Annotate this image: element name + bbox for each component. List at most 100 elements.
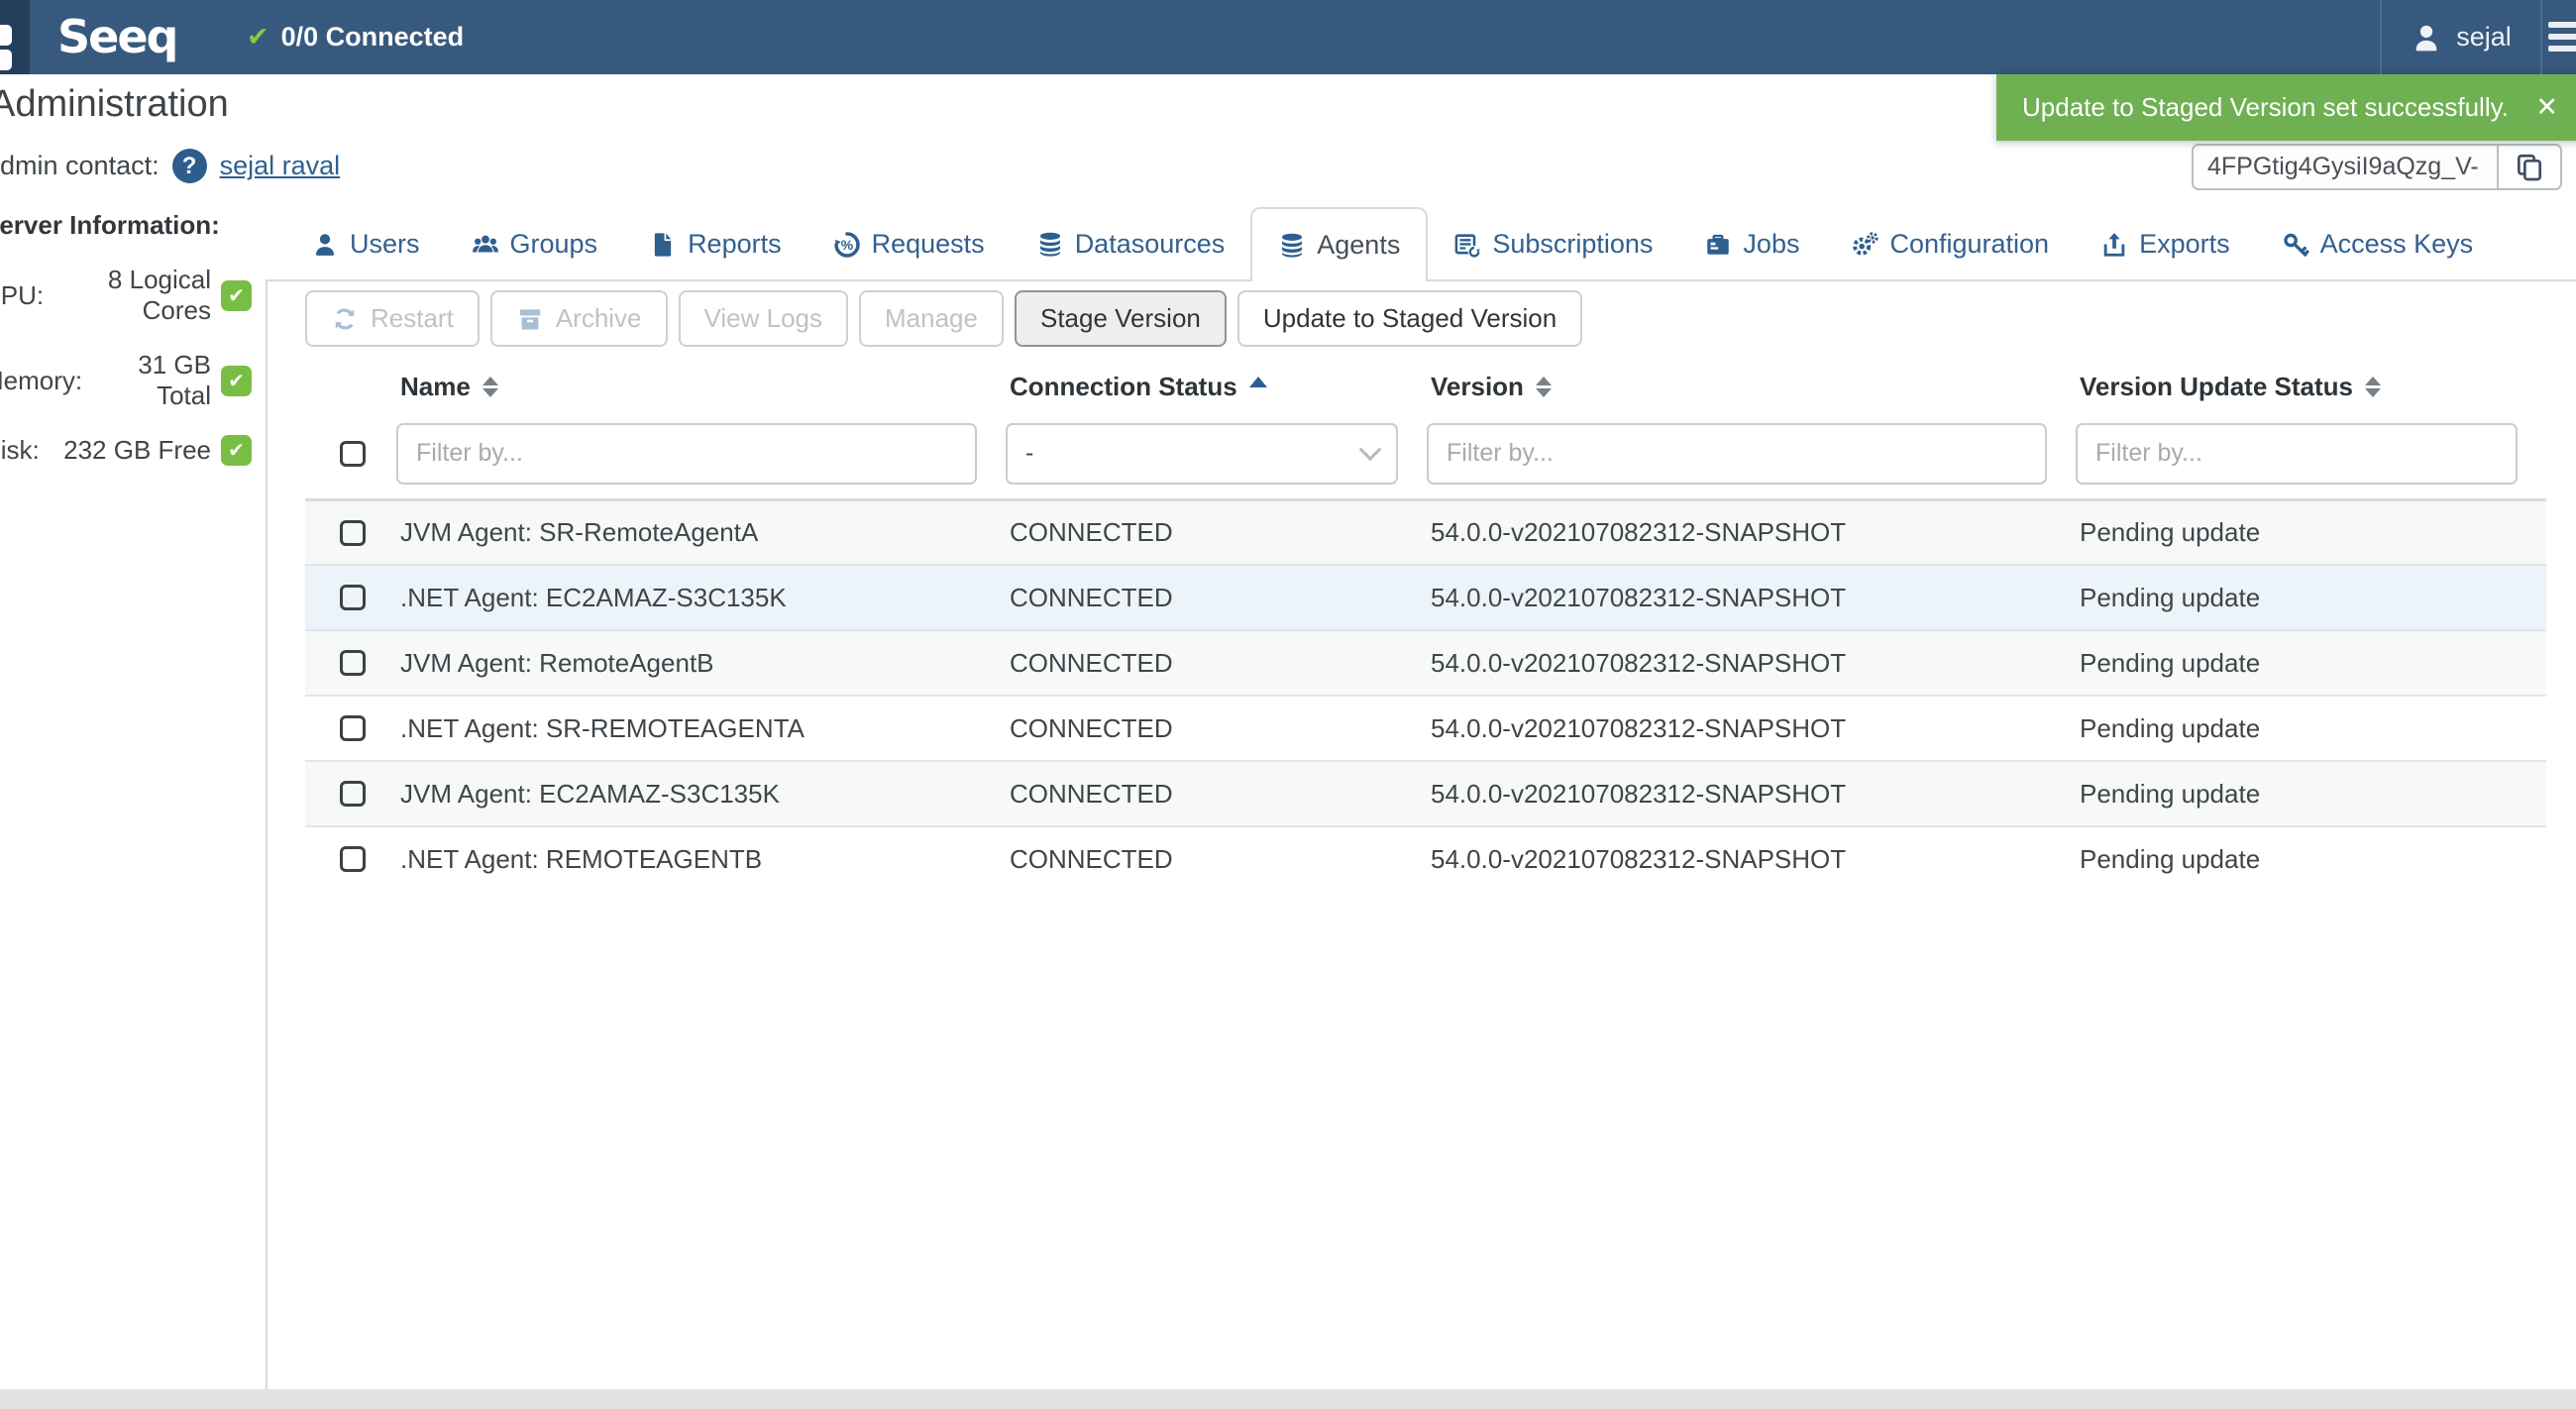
server-info-row-memory: Memory:31 GB Total ✔ [0, 350, 252, 411]
connection-status-cell: CONNECTED [1006, 501, 1427, 564]
configuration-icon [1851, 231, 1878, 259]
sort-icon [2365, 377, 2381, 397]
tab-access-keys[interactable]: Access Keys [2256, 207, 2500, 281]
admin-tabs: Users Groups Reports% Requests Datasources Ag… [285, 207, 2499, 281]
button-label: Update to Staged Version [1263, 303, 1556, 334]
user-icon [2411, 22, 2442, 54]
version-cell: 54.0.0-v202107082312-SNAPSHOT [1427, 827, 2076, 891]
tab-jobs[interactable]: Jobs [1678, 207, 1825, 281]
connection-status-cell: CONNECTED [1006, 762, 1427, 825]
access-keys-icon [2282, 231, 2309, 259]
status-ok-check-icon: ✔ [221, 435, 252, 466]
tab-configuration[interactable]: Configuration [1825, 207, 2075, 281]
user-menu[interactable]: sejal [2382, 22, 2540, 54]
toast-close-icon[interactable]: ✕ [2514, 92, 2576, 123]
seeq-logo[interactable]: Seeq [57, 10, 176, 63]
column-header-label: Connection Status [1010, 372, 1237, 402]
tab-label: Datasources [1075, 229, 1226, 260]
connection-status-cell: CONNECTED [1006, 827, 1427, 891]
row-checkbox[interactable] [340, 650, 366, 676]
copy-button[interactable] [2497, 146, 2560, 188]
datasource-connection-summary[interactable]: ✔ 0/0 Connected [247, 0, 464, 74]
column-header-name[interactable]: Name [396, 365, 1006, 408]
server-info-value: 8 Logical Cores [44, 265, 211, 326]
tab-exports[interactable]: Exports [2075, 207, 2256, 281]
connection-status-filter-select[interactable]: - [1006, 423, 1398, 485]
connection-status-cell: CONNECTED [1006, 631, 1427, 695]
access-key-group [2192, 144, 2562, 190]
connection-status-cell: CONNECTED [1006, 697, 1427, 760]
version-filter-input[interactable] [1427, 423, 2047, 485]
row-checkbox[interactable] [340, 715, 366, 741]
version-cell: 54.0.0-v202107082312-SNAPSHOT [1427, 697, 2076, 760]
tab-label: Agents [1317, 230, 1400, 261]
button-label: Archive [556, 303, 642, 334]
users-icon [311, 231, 339, 259]
tab-reports[interactable]: Reports [623, 207, 807, 281]
select-all-checkbox[interactable] [340, 441, 366, 467]
subscriptions-icon [1453, 231, 1481, 259]
hamburger-menu-icon[interactable] [2542, 0, 2576, 74]
table-row[interactable]: .NET Agent: REMOTEAGENTBCONNECTED54.0.0-… [305, 825, 2546, 891]
button-label: Restart [371, 303, 454, 334]
column-header-connection-status[interactable]: Connection Status [1006, 365, 1427, 408]
top-navbar: Seeq ✔ 0/0 Connected sejal [0, 0, 2576, 74]
tab-subscriptions[interactable]: Subscriptions [1428, 207, 1678, 281]
view-logs-button: View Logs [679, 290, 849, 347]
status-ok-check-icon: ✔ [221, 366, 252, 396]
tab-label: Access Keys [2320, 229, 2474, 260]
groups-icon [472, 231, 499, 259]
table-row[interactable]: JVM Agent: RemoteAgentBCONNECTED54.0.0-v… [305, 629, 2546, 695]
horizontal-scrollbar[interactable] [0, 1389, 2576, 1409]
server-information-heading: Server Information: [0, 210, 252, 241]
row-checkbox[interactable] [340, 585, 366, 610]
tab-label: Reports [688, 229, 782, 260]
access-key-input[interactable] [2194, 146, 2497, 188]
copy-icon [2514, 152, 2545, 183]
archive-icon [516, 305, 544, 333]
tab-users[interactable]: Users [285, 207, 446, 281]
admin-contact-link[interactable]: sejal raval [220, 151, 341, 181]
row-checkbox[interactable] [340, 520, 366, 546]
server-info-value: 31 GB Total [82, 350, 211, 411]
jobs-icon [1704, 231, 1732, 259]
version-update-status-filter-input[interactable] [2076, 423, 2518, 485]
table-row[interactable]: .NET Agent: EC2AMAZ-S3C135KCONNECTED54.0… [305, 564, 2546, 629]
tab-label: Requests [872, 229, 985, 260]
tab-agents[interactable]: Agents [1250, 207, 1428, 281]
table-row[interactable]: JVM Agent: EC2AMAZ-S3C135KCONNECTED54.0.… [305, 760, 2546, 825]
column-header-label: Version Update Status [2080, 372, 2353, 402]
table-row[interactable]: JVM Agent: SR-RemoteAgentACONNECTED54.0.… [305, 498, 2546, 564]
agent-name-cell: JVM Agent: RemoteAgentB [396, 631, 1006, 695]
column-header-version[interactable]: Version [1427, 365, 2076, 408]
button-label: Stage Version [1040, 303, 1201, 334]
svg-text:%: % [840, 237, 853, 253]
stage-version-button[interactable]: Stage Version [1015, 290, 1227, 347]
version-cell: 54.0.0-v202107082312-SNAPSHOT [1427, 501, 2076, 564]
column-header-version-update-status[interactable]: Version Update Status [2076, 365, 2546, 408]
table-row[interactable]: .NET Agent: SR-REMOTEAGENTACONNECTED54.0… [305, 695, 2546, 760]
server-info-label: Memory: [0, 366, 82, 396]
tab-datasources[interactable]: Datasources [1011, 207, 1251, 281]
check-icon: ✔ [247, 22, 269, 53]
server-info-label: Disk: [0, 435, 40, 466]
status-ok-check-icon: ✔ [221, 280, 252, 311]
server-info-row-cpu: CPU:8 Logical Cores✔ [0, 265, 252, 326]
agents-table: Name Connection Status VersionVersion Upda… [305, 365, 2546, 891]
row-checkbox[interactable] [340, 781, 366, 807]
agents-icon [1278, 232, 1306, 260]
name-filter-input[interactable] [396, 423, 977, 485]
tab-requests[interactable]: % Requests [807, 207, 1011, 281]
question-circle-icon[interactable]: ? [172, 149, 207, 183]
agent-name-cell: JVM Agent: SR-RemoteAgentA [396, 501, 1006, 564]
version-cell: 54.0.0-v202107082312-SNAPSHOT [1427, 762, 2076, 825]
column-header-label: Name [400, 372, 471, 402]
tab-groups[interactable]: Groups [446, 207, 624, 281]
agents-toolbar: RestartArchiveView LogsManageStage Versi… [305, 290, 1582, 347]
update-to-staged-version-button[interactable]: Update to Staged Version [1237, 290, 1582, 347]
tab-label: Users [350, 229, 420, 260]
app-switcher-icon[interactable] [0, 0, 30, 74]
success-toast: Update to Staged Version set successfull… [1996, 74, 2576, 141]
version-update-status-cell: Pending update [2076, 501, 2546, 564]
row-checkbox[interactable] [340, 846, 366, 872]
